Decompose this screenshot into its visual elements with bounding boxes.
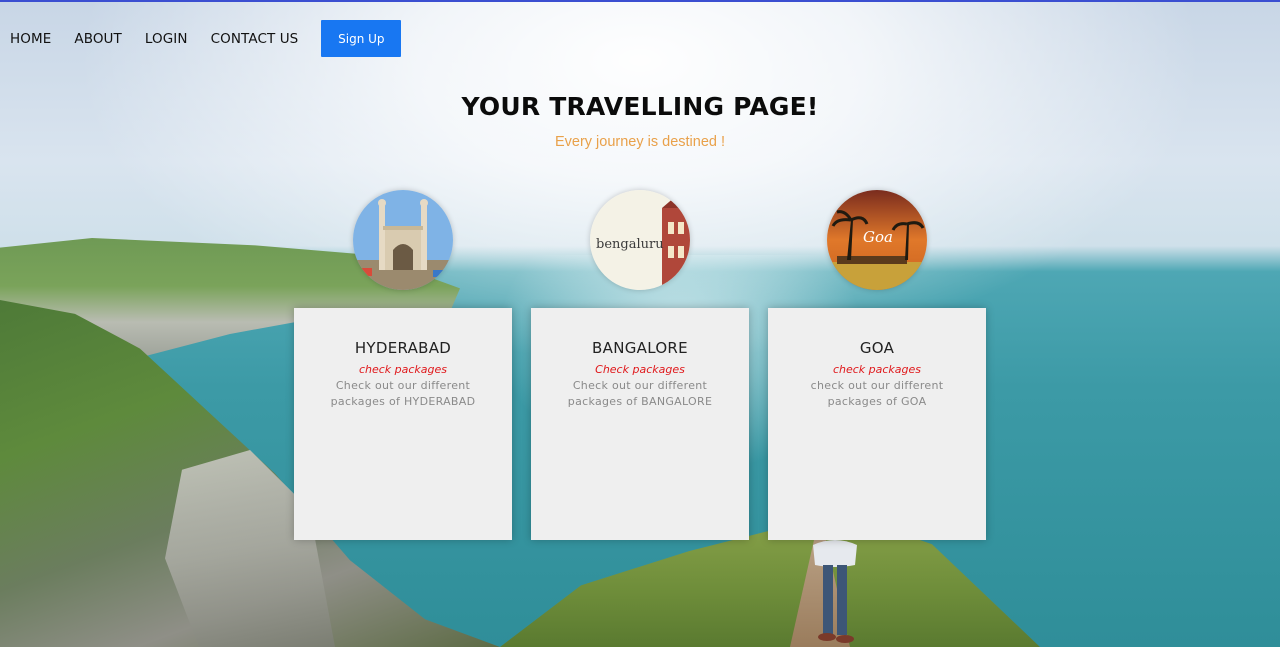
hiker-figure xyxy=(813,540,857,643)
card-description: Check out our different packages of HYDE… xyxy=(330,379,476,408)
page-title: YOUR TRAVELLING PAGE! xyxy=(461,92,819,121)
nav-about[interactable]: ABOUT xyxy=(74,31,122,47)
card-city-title: BANGALORE xyxy=(592,339,688,357)
navbar: HOME ABOUT LOGIN CONTACT US Sign Up xyxy=(10,20,402,57)
card-description: Check out our different packages of BANG… xyxy=(567,379,713,408)
check-packages-link[interactable]: check packages xyxy=(294,363,512,376)
bengaluru-logo: bengaluru xyxy=(590,190,690,290)
card-goa: GOA check packages check out our differe… xyxy=(768,308,986,540)
card-bangalore: BANGALORE Check packages Check out our d… xyxy=(531,308,749,540)
card-description: check out our different packages of GOA xyxy=(810,379,944,408)
charminar-icon xyxy=(353,190,453,290)
bangalore-image[interactable]: bengaluru xyxy=(590,190,690,290)
goa-beach-icon: Goa xyxy=(827,190,927,290)
card-city-title: HYDERABAD xyxy=(354,339,452,357)
hyderabad-image[interactable] xyxy=(353,190,453,290)
bengaluru-text: bengaluru xyxy=(596,237,664,252)
goa-text: Goa xyxy=(863,228,893,246)
check-packages-link[interactable]: check packages xyxy=(768,363,986,376)
check-packages-link[interactable]: Check packages xyxy=(531,363,749,376)
top-border xyxy=(0,0,1280,2)
card-hyderabad: HYDERABAD check packages Check out our d… xyxy=(294,308,512,540)
nav-home[interactable]: HOME xyxy=(10,31,51,47)
signup-button[interactable]: Sign Up xyxy=(321,20,402,57)
card-city-title: GOA xyxy=(859,339,895,357)
nav-login[interactable]: LOGIN xyxy=(145,31,188,47)
nav-contact-us[interactable]: CONTACT US xyxy=(211,31,299,47)
goa-image[interactable]: Goa xyxy=(827,190,927,290)
page-subtitle: Every journey is destined ! xyxy=(554,134,726,150)
